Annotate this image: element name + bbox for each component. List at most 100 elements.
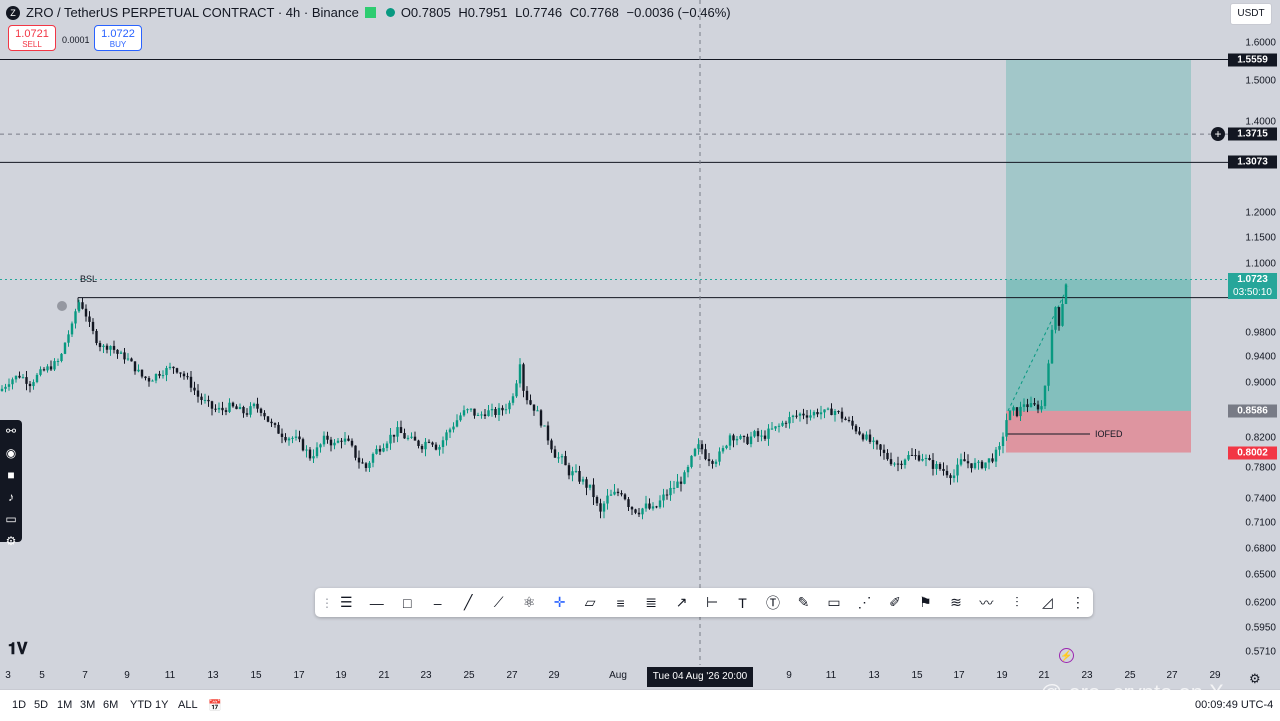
range-button-ytd[interactable]: YTD — [130, 699, 152, 711]
date-range-calendar-icon[interactable]: 📅 — [208, 699, 222, 712]
candle-body — [368, 462, 371, 468]
candle-body — [574, 470, 578, 472]
screen-icon[interactable]: ▭ — [0, 508, 22, 530]
candle-body — [539, 410, 543, 426]
fib-extension-tool-icon[interactable]: ≣ — [636, 594, 666, 611]
candle-body — [329, 439, 333, 446]
spread-value: 0.0001 — [62, 35, 90, 45]
candle-body — [767, 428, 770, 439]
candle-body — [987, 458, 991, 463]
range-button-1d[interactable]: 1D — [12, 699, 26, 711]
candle-body — [88, 316, 91, 322]
candle-body — [760, 435, 763, 437]
candle-body — [868, 434, 872, 442]
candle-body — [529, 400, 532, 405]
candle-body — [431, 442, 434, 445]
candle-body — [102, 345, 105, 348]
range-button-all[interactable]: ALL — [178, 699, 198, 711]
symbol-title[interactable]: ZRO / TetherUS PERPETUAL CONTRACT · 4h ·… — [26, 5, 359, 20]
settings-gear-icon[interactable]: ⚙ — [0, 530, 22, 552]
brush-tool-icon[interactable]: ✎ — [788, 594, 818, 611]
crosshair-time-label: Tue 04 Aug '26 20:00 — [647, 667, 753, 687]
chart-settings-icon[interactable]: ⚙ — [1249, 671, 1266, 687]
comment-tool-icon[interactable]: ▭ — [819, 594, 849, 611]
gann-fan-tool-icon[interactable]: ≋ — [941, 594, 971, 611]
ray-tool-icon[interactable]: – — [422, 595, 452, 611]
candle-body — [735, 438, 739, 441]
candle-body — [445, 432, 448, 441]
fib-retracement-tool-icon[interactable]: ≡ — [605, 595, 635, 611]
currency-select[interactable]: USDT — [1230, 3, 1272, 25]
entry-price-tag: 0.8586 — [1228, 404, 1277, 418]
time-axis-label: 3 — [5, 670, 11, 681]
arrow-tool-icon[interactable]: ↗ — [666, 594, 696, 611]
candle-body — [259, 408, 263, 413]
candle-body — [851, 420, 854, 426]
time-axis-label: 9 — [786, 670, 792, 681]
candle-body — [21, 377, 25, 379]
horizontal-line-tool-icon[interactable]: — — [361, 595, 391, 611]
candle-body — [333, 442, 336, 446]
candle-body — [686, 466, 690, 473]
drag-handle-icon[interactable]: ⋮ — [321, 596, 333, 610]
sell-button[interactable]: 1.0721 SELL — [8, 25, 56, 51]
candle-body — [746, 436, 749, 445]
crosshair-tool-icon[interactable]: ✛ — [544, 594, 574, 611]
elliott-wave-tool-icon[interactable]: 〰 — [971, 593, 1001, 613]
path-tool-icon[interactable]: ⟋ — [483, 594, 513, 611]
candle-body — [343, 438, 347, 442]
callout-tool-icon[interactable]: ▱ — [575, 594, 605, 611]
candle-body — [630, 507, 634, 510]
candle-body — [158, 373, 161, 376]
range-button-1y[interactable]: 1Y — [155, 699, 168, 711]
candle-body — [560, 456, 564, 458]
microphone-icon[interactable]: ♪ — [0, 486, 22, 508]
candle-body — [126, 358, 130, 360]
candle-body — [249, 406, 252, 415]
candle-body — [154, 373, 158, 381]
candle-body — [315, 447, 319, 457]
candle-body — [340, 440, 343, 442]
candle-body — [63, 342, 67, 354]
candle-body — [151, 380, 154, 382]
candle-body — [322, 435, 326, 445]
pitchfork-tool-icon[interactable]: ⚛ — [514, 594, 544, 611]
trend-line-tool-icon[interactable]: ╱ — [453, 594, 483, 611]
measure-tool-icon[interactable]: ⊢ — [697, 594, 727, 611]
price-chart[interactable] — [0, 0, 1228, 665]
horizontal-ray-tool-icon[interactable]: ☰ — [331, 594, 361, 611]
range-button-1m[interactable]: 1M — [57, 699, 72, 711]
candle-body — [1001, 436, 1005, 447]
curve-tool-icon[interactable]: ◿ — [1032, 594, 1062, 611]
link-icon[interactable]: ⚯ — [0, 420, 22, 442]
camera-icon[interactable]: ◉ — [0, 442, 22, 464]
xabcd-pattern-tool-icon[interactable]: ⋰ — [849, 594, 879, 611]
range-button-3m[interactable]: 3M — [80, 699, 95, 711]
range-button-5d[interactable]: 5D — [34, 699, 48, 711]
candle-body — [459, 415, 462, 421]
anchored-text-tool-icon[interactable]: Ⓣ — [758, 593, 788, 613]
chart-area[interactable]: Z ZRO / TetherUS PERPETUAL CONTRACT · 4h… — [0, 0, 1228, 665]
flag-tool-icon[interactable]: ⚑ — [910, 594, 940, 611]
candle-body — [147, 378, 151, 382]
flash-icon[interactable]: ⚡ — [1059, 648, 1074, 663]
pen-tool-icon[interactable]: ✐ — [880, 594, 910, 611]
range-button-6m[interactable]: 6M — [103, 699, 118, 711]
candle-body — [956, 464, 959, 476]
candle-body — [347, 438, 350, 441]
time-axis-label: 19 — [335, 670, 347, 681]
price-axis[interactable]: USDT 1.6000 1.5000 1.4000 1.2000 1.1500 1.100… — [1228, 0, 1280, 665]
video-icon[interactable]: ■ — [0, 464, 22, 486]
more-tools-icon[interactable]: ⋮ — [1063, 594, 1093, 611]
time-axis-label: 21 — [378, 670, 390, 681]
price-range-tool-icon[interactable]: ⫶ — [1002, 594, 1032, 611]
candle-body — [1036, 404, 1040, 410]
candle-body — [942, 468, 945, 471]
buy-button[interactable]: 1.0722 BUY — [94, 25, 142, 51]
text-tool-icon[interactable]: T — [727, 595, 757, 611]
rectangle-tool-icon[interactable]: □ — [392, 595, 422, 611]
current-price-value: 1.0723 — [1237, 273, 1268, 285]
candle-body — [739, 435, 742, 439]
candle-body — [532, 404, 536, 411]
add-alert-plus-icon[interactable]: + — [1211, 127, 1225, 141]
